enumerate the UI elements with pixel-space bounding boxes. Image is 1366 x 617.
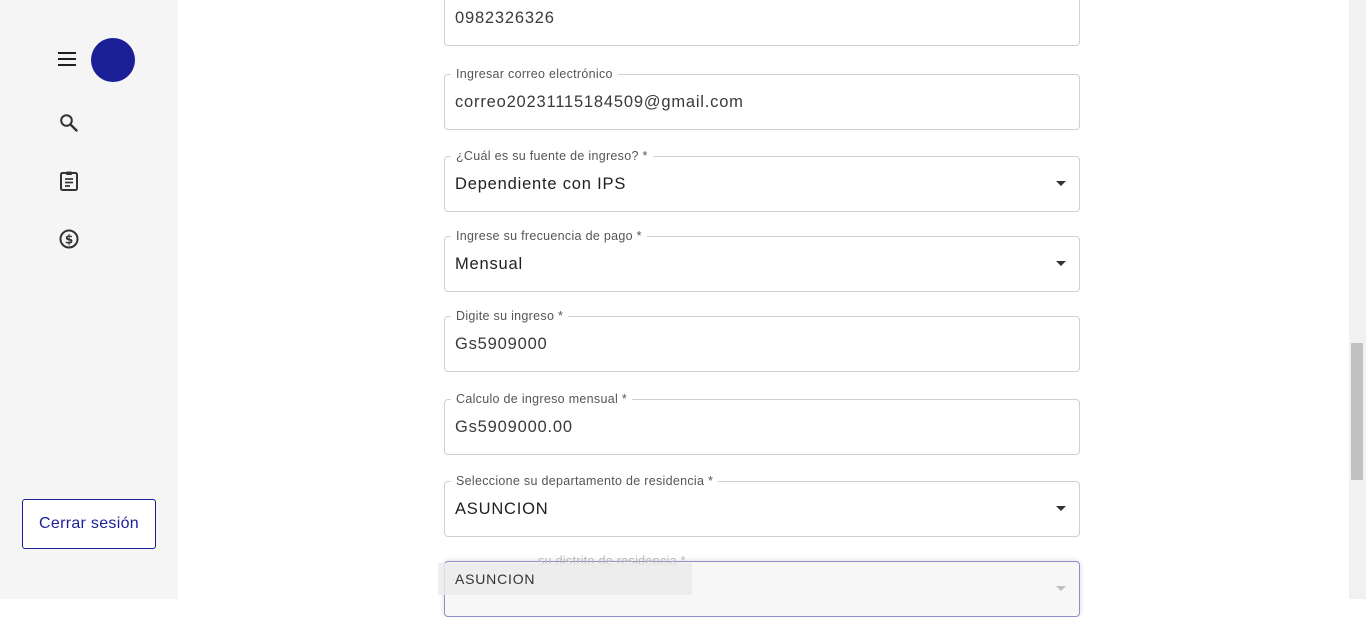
search-icon[interactable] xyxy=(57,111,81,135)
department-value: ASUNCION xyxy=(455,499,549,518)
dollar-icon[interactable]: $ xyxy=(57,227,81,251)
clipboard-icon[interactable] xyxy=(57,169,81,193)
sidebar: $ Cerrar sesión xyxy=(0,0,178,599)
income-field[interactable]: Digite su ingreso * Gs5909000 xyxy=(444,309,1080,372)
logout-button[interactable]: Cerrar sesión xyxy=(22,499,156,549)
district-option[interactable]: ASUNCION xyxy=(438,563,692,595)
pay-frequency-value: Mensual xyxy=(455,254,523,273)
income-source-value: Dependiente con IPS xyxy=(455,174,627,193)
dropdown-arrow-icon[interactable] xyxy=(1056,261,1066,266)
hamburger-menu-icon[interactable] xyxy=(57,51,77,67)
email-field[interactable]: Ingresar correo electrónico correo202311… xyxy=(444,67,1080,130)
dropdown-arrow-icon[interactable] xyxy=(1056,181,1066,186)
pay-frequency-select[interactable]: Ingrese su frecuencia de pago * Mensual xyxy=(444,229,1080,292)
income-value: Gs5909000 xyxy=(455,334,548,353)
phone-value: 0982326326 xyxy=(455,8,555,27)
scrollbar[interactable] xyxy=(1349,0,1366,599)
dropdown-arrow-icon[interactable] xyxy=(1056,506,1066,511)
monthly-income-field[interactable]: Calculo de ingreso mensual * Gs5909000.0… xyxy=(444,392,1080,455)
department-select[interactable]: Seleccione su departamento de residencia… xyxy=(444,474,1080,537)
monthly-income-value: Gs5909000.00 xyxy=(455,417,573,436)
email-value: correo20231115184509@gmail.com xyxy=(455,92,744,111)
income-source-select[interactable]: ¿Cuál es su fuente de ingreso? * Dependi… xyxy=(444,149,1080,212)
phone-field[interactable]: 0982326326 xyxy=(444,0,1080,46)
avatar[interactable] xyxy=(91,38,135,82)
dropdown-arrow-icon[interactable] xyxy=(1056,586,1066,591)
scrollbar-thumb[interactable] xyxy=(1351,343,1363,480)
svg-text:$: $ xyxy=(65,233,73,247)
